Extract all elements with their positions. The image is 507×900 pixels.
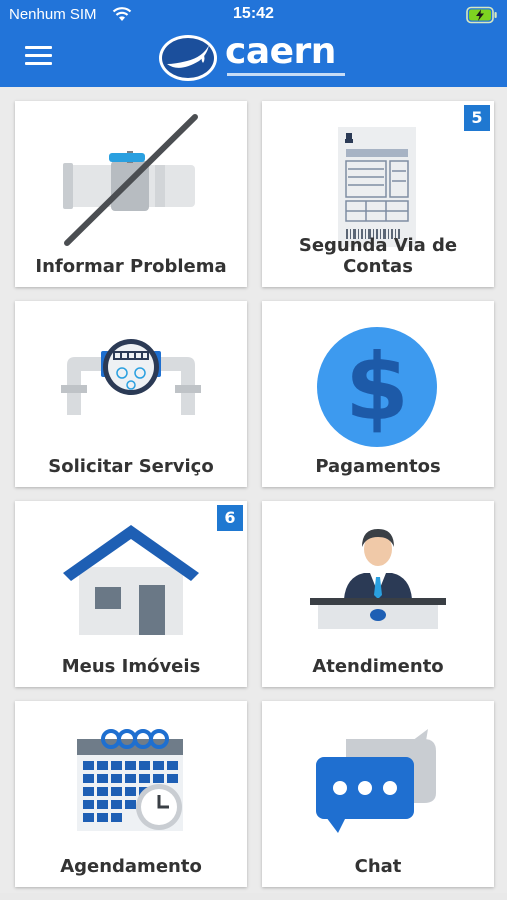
caern-logo: caern [157,31,347,83]
chat-bubbles-icon [316,729,436,833]
attendant-desk-icon [310,529,446,629]
tile-informar-problema[interactable]: Informar Problema [15,101,247,287]
dollar-coin-icon: $ [317,327,437,447]
tile-label: Meus Imóveis [61,656,201,677]
status-bar: Nenhum SIM 15:42 [0,0,507,30]
menu-button[interactable] [25,45,52,67]
tile-segunda-via-de-contas[interactable]: 5 Segunda Via de Contas [262,101,494,287]
tile-solicitar-servico[interactable]: Solicitar Serviço [15,301,247,487]
status-time: 15:42 [233,5,274,22]
tile-pagamentos[interactable]: $ Pagamentos [262,301,494,487]
tile-agendamento[interactable]: Agendamento [15,701,247,887]
bottom-safe-area [0,893,507,900]
tile-label: Segunda Via de Contas [298,235,458,277]
tile-label: Chat [354,856,402,877]
tile-label: Atendimento [312,656,444,677]
bills-count-badge: 5 [464,105,490,131]
battery-charging-icon [466,6,497,24]
tile-label: Pagamentos [315,456,441,477]
tile-label: Informar Problema [35,256,227,277]
svg-text:$: $ [345,334,409,441]
tile-chat[interactable]: Chat [262,701,494,887]
tile-label: Agendamento [60,856,202,877]
logo-drop-icon [159,35,217,81]
properties-count-badge: 6 [217,505,243,531]
tile-atendimento[interactable]: Atendimento [262,501,494,687]
logo-tagline [227,73,345,76]
logo-text: caern [225,31,336,72]
house-icon [63,525,199,635]
app-header: Nenhum SIM 15:42 caern [0,0,507,87]
pipe-crossed-icon [63,114,198,246]
calendar-clock-icon [77,729,183,831]
tile-meus-imoveis[interactable]: 6 Meus Imóveis [15,501,247,687]
tile-label: Solicitar Serviço [48,456,214,477]
water-meter-icon [61,339,201,415]
